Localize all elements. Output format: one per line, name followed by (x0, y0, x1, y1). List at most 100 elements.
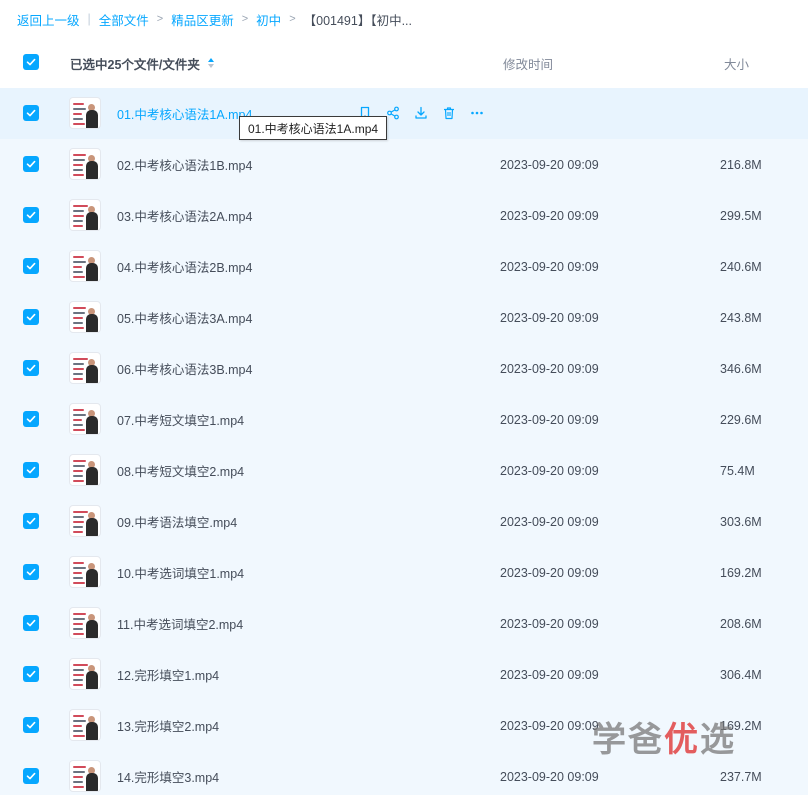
file-modified-time: 2023-09-20 09:09 (500, 157, 599, 172)
row-checkbox[interactable] (23, 717, 39, 733)
file-name[interactable]: 07.中考短文填空1.mp4 (117, 394, 244, 445)
row-checkbox[interactable] (23, 258, 39, 274)
row-checkbox[interactable] (23, 360, 39, 376)
file-modified-time: 2023-09-20 09:09 (500, 718, 599, 733)
row-checkbox[interactable] (23, 564, 39, 580)
file-modified-time: 2023-09-20 09:09 (500, 565, 599, 580)
file-name[interactable]: 12.完形填空1.mp4 (117, 649, 219, 700)
breadcrumb-all-files[interactable]: 全部文件 (99, 10, 149, 29)
file-name[interactable]: 09.中考语法填空.mp4 (117, 496, 237, 547)
selected-count-label: 已选中25个文件/文件夹 (70, 57, 200, 72)
file-name[interactable]: 02.中考核心语法1B.mp4 (117, 139, 252, 190)
file-row[interactable]: 02.中考核心语法1B.mp4 2023-09-20 09:09 216.8M (0, 139, 808, 190)
file-row[interactable]: 09.中考语法填空.mp4 2023-09-20 09:09 303.6M (0, 496, 808, 547)
check-icon (26, 415, 36, 423)
row-checkbox[interactable] (23, 309, 39, 325)
video-thumbnail-icon (69, 709, 101, 741)
row-checkbox[interactable] (23, 462, 39, 478)
watermark-text-2: 优 (664, 719, 700, 760)
file-name[interactable]: 10.中考选词填空1.mp4 (117, 547, 244, 598)
back-link[interactable]: 返回上一级 (17, 10, 80, 29)
selected-count-header[interactable]: 已选中25个文件/文件夹 (70, 38, 214, 88)
file-row[interactable]: 08.中考短文填空2.mp4 2023-09-20 09:09 75.4M (0, 445, 808, 496)
check-icon (26, 109, 36, 117)
file-list-header: 已选中25个文件/文件夹 修改时间 大小 (0, 38, 808, 88)
file-name[interactable]: 13.完形填空2.mp4 (117, 700, 219, 751)
file-name[interactable]: 08.中考短文填空2.mp4 (117, 445, 244, 496)
file-size: 243.8M (720, 310, 762, 325)
video-thumbnail-icon (69, 250, 101, 282)
file-size: 306.4M (720, 667, 762, 682)
file-name[interactable]: 05.中考核心语法3A.mp4 (117, 292, 252, 343)
row-checkbox[interactable] (23, 207, 39, 223)
file-name[interactable]: 06.中考核心语法3B.mp4 (117, 343, 252, 394)
file-size: 169.2M (720, 565, 762, 580)
file-size: 229.6M (720, 412, 762, 427)
file-modified-time: 2023-09-20 09:09 (500, 310, 599, 325)
video-thumbnail-icon (69, 607, 101, 639)
file-row[interactable]: 10.中考选词填空1.mp4 2023-09-20 09:09 169.2M (0, 547, 808, 598)
delete-icon[interactable] (441, 105, 456, 120)
video-thumbnail-icon (69, 97, 101, 129)
file-size: 240.6M (720, 259, 762, 274)
check-icon (26, 568, 36, 576)
video-thumbnail-icon (69, 505, 101, 537)
row-checkbox[interactable] (23, 156, 39, 172)
row-checkbox[interactable] (23, 105, 39, 121)
file-name[interactable]: 14.完形填空3.mp4 (117, 751, 219, 795)
file-list: 01.中考核心语法1A.mp4 02.中考核心语法1B.mp4 2023-09-20… (0, 88, 808, 795)
video-thumbnail-icon (69, 301, 101, 333)
video-thumbnail-icon (69, 658, 101, 690)
file-modified-time: 2023-09-20 09:09 (500, 361, 599, 376)
select-all-checkbox[interactable] (23, 54, 39, 70)
check-icon (26, 619, 36, 627)
modified-time-column-header[interactable]: 修改时间 (503, 38, 553, 88)
row-checkbox[interactable] (23, 768, 39, 784)
breadcrumb-chevron-icon: > (289, 13, 296, 25)
size-column-header[interactable]: 大小 (724, 38, 749, 88)
check-icon (26, 211, 36, 219)
file-size: 346.6M (720, 361, 762, 376)
file-modified-time: 2023-09-20 09:09 (500, 616, 599, 631)
row-checkbox[interactable] (23, 513, 39, 529)
file-row[interactable]: 11.中考选词填空2.mp4 2023-09-20 09:09 208.6M (0, 598, 808, 649)
file-row[interactable]: 01.中考核心语法1A.mp4 (0, 88, 808, 139)
file-row[interactable]: 05.中考核心语法3A.mp4 2023-09-20 09:09 243.8M (0, 292, 808, 343)
row-checkbox[interactable] (23, 615, 39, 631)
file-row[interactable]: 07.中考短文填空1.mp4 2023-09-20 09:09 229.6M (0, 394, 808, 445)
breadcrumb-premium-updates[interactable]: 精品区更新 (171, 10, 234, 29)
breadcrumb-chevron-icon: > (241, 13, 249, 25)
row-checkbox[interactable] (23, 411, 39, 427)
file-modified-time: 2023-09-20 09:09 (500, 667, 599, 682)
file-modified-time: 2023-09-20 09:09 (500, 514, 599, 529)
file-row[interactable]: 12.完形填空1.mp4 2023-09-20 09:09 306.4M (0, 649, 808, 700)
file-name[interactable]: 03.中考核心语法2A.mp4 (117, 190, 252, 241)
file-modified-time: 2023-09-20 09:09 (500, 412, 599, 427)
watermark-text-3: 选 (700, 719, 736, 760)
check-icon (26, 721, 36, 729)
file-row[interactable]: 06.中考核心语法3B.mp4 2023-09-20 09:09 346.6M (0, 343, 808, 394)
file-name[interactable]: 04.中考核心语法2B.mp4 (117, 241, 252, 292)
watermark-logo: 学爸 优 选 (592, 712, 736, 760)
sort-icon[interactable] (207, 58, 214, 68)
file-row[interactable]: 04.中考核心语法2B.mp4 2023-09-20 09:09 240.6M (0, 241, 808, 292)
filename-tooltip: 01.中考核心语法1A.mp4 (239, 116, 388, 140)
download-icon[interactable] (413, 105, 428, 120)
video-thumbnail-icon (69, 454, 101, 486)
file-modified-time: 2023-09-20 09:09 (500, 769, 599, 784)
file-row[interactable]: 03.中考核心语法2A.mp4 2023-09-20 09:09 299.5M (0, 190, 808, 241)
check-icon (26, 364, 36, 372)
breadcrumb: 返回上一级 | 全部文件 > 精品区更新 > 初中 > 【001491】【初中.… (0, 0, 808, 38)
file-modified-time: 2023-09-20 09:09 (500, 208, 599, 223)
share-icon[interactable] (385, 105, 400, 120)
breadcrumb-junior-high[interactable]: 初中 (256, 10, 281, 29)
file-name[interactable]: 01.中考核心语法1A.mp4 (117, 88, 252, 139)
file-size: 299.5M (720, 208, 762, 223)
file-size: 216.8M (720, 157, 762, 172)
video-thumbnail-icon (69, 352, 101, 384)
file-size: 208.6M (720, 616, 762, 631)
row-checkbox[interactable] (23, 666, 39, 682)
more-icon[interactable] (469, 105, 484, 120)
file-modified-time: 2023-09-20 09:09 (500, 259, 599, 274)
file-name[interactable]: 11.中考选词填空2.mp4 (117, 598, 243, 649)
